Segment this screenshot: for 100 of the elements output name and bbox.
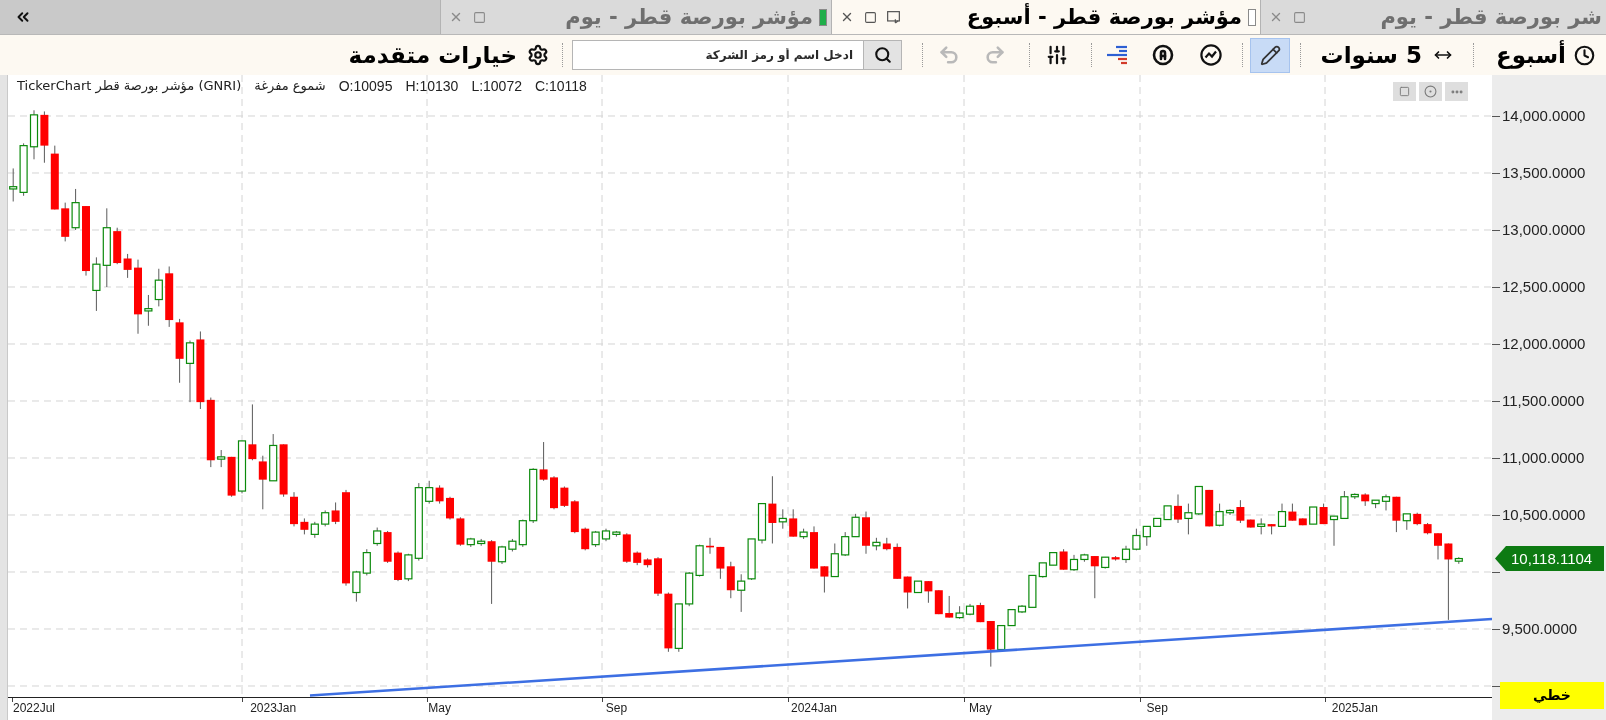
time-label: May <box>428 701 451 716</box>
candlestick <box>726 561 735 599</box>
axis-tick <box>1492 629 1500 630</box>
candlestick <box>435 484 444 505</box>
candlestick <box>279 443 288 498</box>
axis-tick <box>602 698 603 702</box>
interval-button[interactable]: أسبوع <box>1488 39 1598 71</box>
axis-tick <box>1492 515 1500 516</box>
time-label: 2023Jan <box>250 701 297 716</box>
chart-title: TickerChart مؤشر بورصة قطر (GNRI) <box>17 77 242 95</box>
axis-tick <box>1492 116 1500 117</box>
candlestick <box>654 556 662 597</box>
candlestick <box>237 440 247 494</box>
candlestick <box>529 467 538 524</box>
ohlc-value: C:10118 <box>535 77 587 95</box>
drawing-tools-button[interactable] <box>1250 37 1290 73</box>
horizontal-bars-icon <box>1106 45 1128 65</box>
candlestick <box>185 340 195 403</box>
clock-icon <box>1574 44 1595 66</box>
candlestick <box>425 480 434 505</box>
candlestick <box>820 565 829 593</box>
candlestick <box>674 603 683 653</box>
candlestick <box>851 513 860 538</box>
candlestick <box>29 109 39 160</box>
detach-tab-button[interactable] <box>887 10 900 24</box>
candlestick <box>175 318 184 384</box>
price-label: 12,500.0000 <box>1502 278 1586 296</box>
candlestick <box>882 537 891 551</box>
candlestick <box>50 145 59 210</box>
curved-arrow-icon <box>938 44 960 66</box>
price-label: 14,000.0000 <box>1502 107 1586 125</box>
search-field[interactable]: ادخل اسم أو رمز الشركة <box>572 40 863 70</box>
curved-arrow-icon <box>984 44 1006 66</box>
candlestick <box>321 509 330 527</box>
ohlc-value: L:10072 <box>471 77 522 95</box>
square-icon <box>1399 86 1410 97</box>
chart-options-button[interactable] <box>1419 82 1442 101</box>
candlestick <box>82 205 90 277</box>
circle-dot-icon <box>1424 85 1437 98</box>
price-label: 13,500.0000 <box>1502 164 1586 182</box>
candlestick <box>862 511 870 555</box>
candlestick <box>706 537 714 555</box>
candlestick <box>685 571 694 607</box>
ohlc-value: O:10095 <box>338 77 393 95</box>
search-button[interactable] <box>863 40 902 70</box>
candlestick <box>695 544 704 578</box>
axis-tick <box>1492 230 1500 231</box>
candlestick <box>643 557 652 568</box>
candlestick <box>331 501 340 525</box>
price-label: 9,500.0000 <box>1502 620 1578 638</box>
candlestick <box>1132 528 1141 551</box>
ohlc-value: H:10130 <box>405 77 459 95</box>
candlestick <box>446 496 454 521</box>
range-button[interactable]: 5 سنوات <box>1308 39 1458 71</box>
candlestick <box>1174 494 1182 524</box>
settings-icon <box>527 44 549 66</box>
axis-tick <box>12 698 13 702</box>
close-tab-button[interactable] <box>840 10 854 24</box>
candlestick <box>206 397 215 468</box>
candlestick <box>1194 485 1203 516</box>
candlestick <box>394 551 402 582</box>
candlestick <box>269 433 278 482</box>
time-label: Sep <box>605 701 628 716</box>
close-icon <box>840 10 854 24</box>
axis-tick <box>1492 344 1500 345</box>
candlestick <box>539 441 548 482</box>
scale-type-button[interactable]: خطي <box>1500 682 1604 709</box>
candlestick <box>591 530 600 548</box>
candlestick <box>1309 506 1318 525</box>
sliders-icon <box>1046 44 1068 66</box>
more-button[interactable] <box>1445 82 1468 101</box>
candlestick <box>872 537 881 551</box>
candlestick <box>716 546 725 580</box>
time-label: 2025Jan <box>1331 701 1378 716</box>
search-icon <box>873 46 892 64</box>
candlestick <box>550 475 558 510</box>
candlestick <box>747 538 756 581</box>
pencil-icon <box>1259 44 1281 66</box>
candlestick <box>1142 525 1151 547</box>
candlestick <box>290 491 298 527</box>
last-price-badge: 10,118.1104 <box>1495 546 1604 572</box>
candlestick <box>934 589 943 615</box>
candlestick <box>40 110 49 164</box>
square-icon <box>473 10 486 24</box>
price-label: 10,500.0000 <box>1502 506 1586 524</box>
time-label: 2022Jul <box>13 701 55 716</box>
maximize-tab-button[interactable] <box>864 10 877 24</box>
candlestick <box>144 294 153 327</box>
candlestick <box>362 548 371 576</box>
line-chart-icon <box>1200 44 1222 66</box>
candlestick <box>1413 512 1422 526</box>
candlestick <box>633 551 642 566</box>
circled-letter-icon <box>1151 43 1175 67</box>
axis-tick <box>427 698 428 702</box>
axis-tick <box>964 698 965 702</box>
chart-tab[interactable]: مؤشر بورصة قطر - أسبوع <box>831 0 1260 34</box>
axis-tick <box>1492 686 1500 687</box>
axis-tick <box>1140 698 1141 702</box>
axis-tick <box>1492 173 1500 174</box>
candlestick <box>154 268 163 307</box>
